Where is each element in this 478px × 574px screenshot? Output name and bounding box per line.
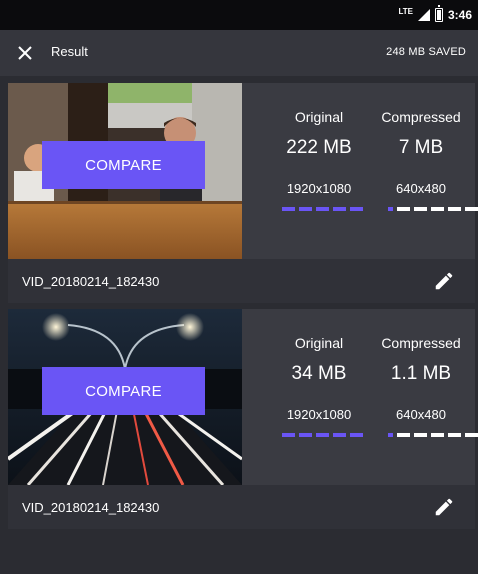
original-size: 34 MB <box>291 363 347 384</box>
original-resolution: 1920x1080 <box>286 181 352 196</box>
file-name: VID_20180214_182430 <box>22 274 160 289</box>
bar-segment <box>414 207 427 211</box>
compressed-size-bar <box>388 433 478 437</box>
size-comparison: Original 34 MB 1920x1080 Compressed 1.1 … <box>242 309 478 485</box>
status-icons: LTE 3:46 <box>398 5 472 23</box>
bar-segment <box>282 207 295 211</box>
size-comparison: Original 222 MB 1920x1080 Compressed 7 M… <box>242 83 478 259</box>
original-size-bar <box>282 207 363 211</box>
bar-segment <box>282 433 295 437</box>
bar-segment <box>431 207 444 211</box>
close-icon[interactable] <box>14 42 36 64</box>
compressed-size: 1.1 MB <box>390 363 452 384</box>
bar-segment <box>448 207 461 211</box>
video-card: COMPARE Original 34 MB 1920x1080 Compres… <box>8 309 478 529</box>
bar-segment <box>299 207 312 211</box>
compare-button[interactable]: COMPARE <box>42 367 205 415</box>
bar-segment <box>397 433 410 437</box>
original-label: Original <box>294 109 344 125</box>
video-card: COMPARE Original 222 MB 1920x1080 Compre… <box>8 83 478 303</box>
page-title: Result <box>51 44 88 59</box>
original-resolution: 1920x1080 <box>286 407 352 422</box>
bar-segment <box>448 433 461 437</box>
compressed-label: Compressed <box>381 109 461 125</box>
bar-segment <box>465 207 478 211</box>
video-thumbnail[interactable]: COMPARE <box>8 309 242 485</box>
compare-button[interactable]: COMPARE <box>42 141 205 189</box>
compressed-size-bar <box>388 207 478 211</box>
pencil-icon[interactable] <box>433 270 455 292</box>
status-bar: LTE 3:46 <box>0 0 478 30</box>
bar-segment <box>316 433 329 437</box>
compressed-resolution: 640x480 <box>396 181 446 196</box>
file-name: VID_20180214_182430 <box>22 500 160 515</box>
file-name-row: VID_20180214_182430 <box>8 485 475 529</box>
compressed-label: Compressed <box>381 335 461 351</box>
bar-segment <box>316 207 329 211</box>
bar-segment <box>333 207 346 211</box>
saved-summary: 248 MB SAVED <box>386 46 466 58</box>
network-type: LTE <box>398 7 413 16</box>
original-size: 222 MB <box>286 137 352 158</box>
pencil-icon[interactable] <box>433 496 455 518</box>
bar-segment <box>350 207 363 211</box>
bar-segment <box>388 433 393 437</box>
app-bar: Result 248 MB SAVED <box>0 30 478 76</box>
bar-segment <box>333 433 346 437</box>
bar-segment <box>397 207 410 211</box>
bar-segment <box>414 433 427 437</box>
bar-segment <box>465 433 478 437</box>
signal-icon <box>417 9 430 21</box>
original-size-bar <box>282 433 363 437</box>
bar-segment <box>431 433 444 437</box>
compressed-size: 7 MB <box>398 137 444 158</box>
status-time: 3:46 <box>447 8 472 22</box>
compressed-resolution: 640x480 <box>396 407 446 422</box>
bar-segment <box>388 207 393 211</box>
original-label: Original <box>294 335 344 351</box>
video-thumbnail[interactable]: COMPARE <box>8 83 242 259</box>
file-name-row: VID_20180214_182430 <box>8 259 475 303</box>
bar-segment <box>299 433 312 437</box>
bar-segment <box>350 433 363 437</box>
battery-icon <box>434 5 443 22</box>
